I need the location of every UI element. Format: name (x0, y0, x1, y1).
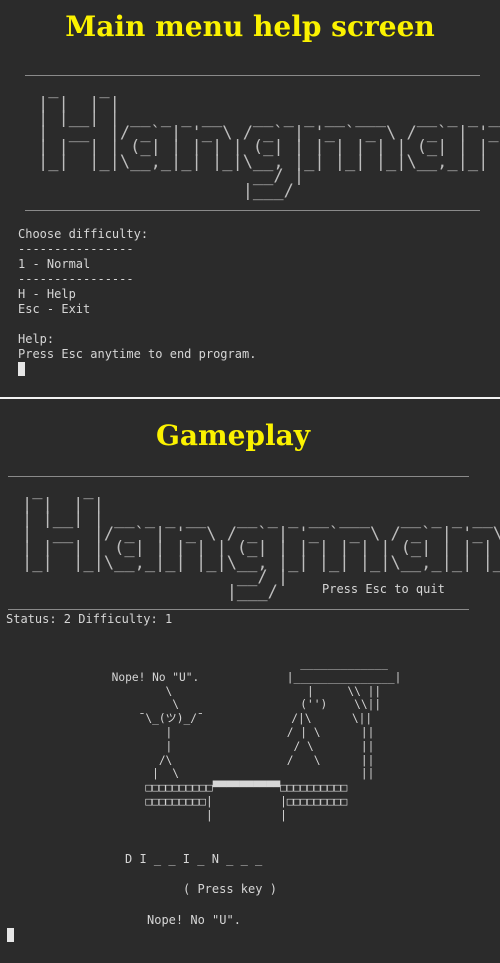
panel-caption: Main menu help screen (65, 10, 435, 43)
top-rule (8, 476, 469, 477)
main-menu-panel: Main menu help screen _ _ | | | | | |__|… (0, 0, 500, 397)
menu-separator: ---------------- (18, 242, 134, 256)
menu-separator: ---------------- (18, 272, 134, 286)
hangman-logo-art: _ _ | | | | | |__| | __ _ _ __ __ _ _ __… (38, 79, 500, 201)
gameplay-panel: Gameplay _ _ | | | | | |__| | __ _ _ __ … (0, 399, 500, 963)
text-cursor (18, 362, 25, 376)
press-key-prompt[interactable]: ( Press key ) (183, 882, 277, 896)
quit-hint: Press Esc to quit (322, 582, 445, 596)
word-progress: D I _ _ I _ N _ _ _ (125, 852, 263, 866)
menu-heading: Choose difficulty: (18, 227, 149, 241)
help-label: Help: (18, 332, 55, 346)
help-text: Press Esc anytime to end program. (18, 347, 257, 361)
bottom-rule (8, 609, 469, 610)
bottom-rule (25, 210, 480, 211)
option-normal[interactable]: 1 - Normal (18, 257, 90, 271)
status-line: Status: 2 Difficulty: 1 (6, 612, 173, 626)
option-help[interactable]: H - Help (18, 287, 76, 301)
result-message: Nope! No "U". (147, 913, 241, 927)
top-rule (25, 75, 480, 76)
gallows-art: _____________ Nope! No "U". |___________… (111, 657, 402, 822)
panel-caption: Gameplay (155, 419, 311, 452)
text-cursor (7, 928, 14, 942)
option-exit[interactable]: Esc - Exit (18, 302, 90, 316)
